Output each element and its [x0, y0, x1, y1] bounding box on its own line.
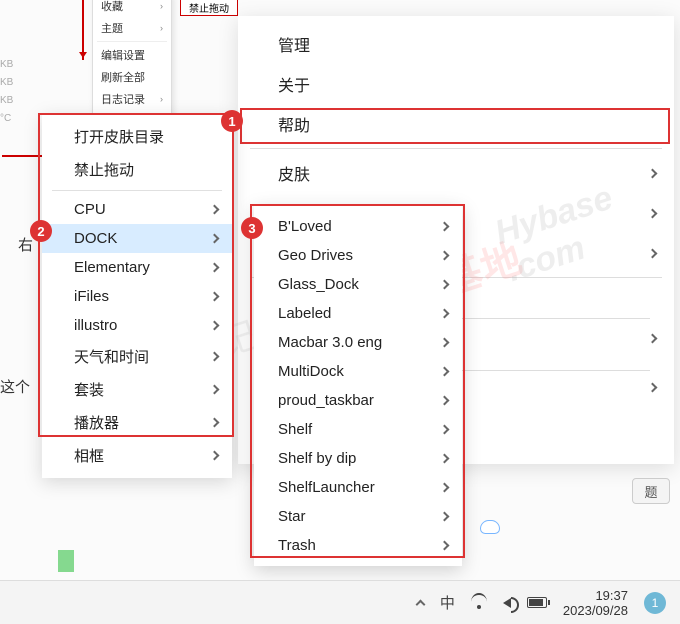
chevron-right-icon: [440, 338, 450, 348]
bg-window-fragment: [58, 550, 74, 572]
dock-submenu: B'Loved Geo Drives Glass_Dock Labeled Ma…: [254, 206, 462, 566]
chevron-right-icon: [648, 168, 658, 178]
menu-separator: [250, 148, 662, 149]
cloud-icon: [480, 520, 500, 534]
stray-button[interactable]: 题: [632, 478, 670, 504]
chevron-right-icon: [440, 309, 450, 319]
submenu-item[interactable]: Shelf: [254, 415, 462, 444]
chevron-right-icon: [210, 205, 220, 215]
submenu-item[interactable]: Elementary: [42, 253, 232, 282]
submenu-item[interactable]: 播放器: [42, 406, 232, 439]
submenu-item[interactable]: 相框: [42, 439, 232, 472]
submenu-item[interactable]: ShelfLauncher: [254, 473, 462, 502]
submenu-item[interactable]: Glass_Dock: [254, 270, 462, 299]
skin-submenu: 打开皮肤目录 禁止拖动 CPU DOCK Elementary iFiles i…: [42, 114, 232, 478]
submenu-item[interactable]: Labeled: [254, 299, 462, 328]
submenu-item[interactable]: Macbar 3.0 eng: [254, 328, 462, 357]
notification-badge[interactable]: 1: [644, 592, 666, 614]
submenu-item[interactable]: Shelf by dip: [254, 444, 462, 473]
chevron-right-icon: [440, 396, 450, 406]
annotation-badge-2: 2: [30, 220, 52, 242]
chevron-right-icon: [648, 383, 658, 393]
chevron-right-icon: [210, 263, 220, 273]
bg-left-labels: KB KB KB °C: [0, 56, 13, 128]
chevron-right-icon: [440, 483, 450, 493]
submenu-item[interactable]: Geo Drives: [254, 241, 462, 270]
menu-item-help[interactable]: 帮助: [238, 104, 674, 144]
chevron-right-icon: [648, 208, 658, 218]
submenu-item[interactable]: Trash: [254, 531, 462, 560]
menu-item-about[interactable]: 关于: [238, 64, 674, 104]
tray-overflow-icon[interactable]: [417, 595, 424, 611]
chevron-right-icon: [440, 512, 450, 522]
menu-item-open-skin-dir[interactable]: 打开皮肤目录: [42, 120, 232, 153]
chevron-right-icon: [210, 292, 220, 302]
chevron-right-icon: [648, 248, 658, 258]
chevron-right-icon: [440, 222, 450, 232]
menu-item-manage[interactable]: 管理: [238, 24, 674, 64]
stray-text: 右: [18, 234, 33, 255]
wifi-icon[interactable]: [471, 597, 487, 609]
submenu-item[interactable]: 套装: [42, 373, 232, 406]
submenu-item[interactable]: proud_taskbar: [254, 386, 462, 415]
chevron-right-icon: [648, 333, 658, 343]
clock[interactable]: 19:37 2023/09/28: [563, 588, 628, 618]
submenu-item[interactable]: CPU: [42, 195, 232, 224]
annotation-badge-1: 1: [221, 110, 243, 132]
chevron-right-icon: [210, 321, 220, 331]
chevron-right-icon: [440, 454, 450, 464]
menu-item-disable-drag[interactable]: 禁止拖动: [42, 153, 232, 186]
taskbar: 中 19:37 2023/09/28 1: [0, 580, 680, 624]
ime-indicator[interactable]: 中: [440, 592, 455, 613]
submenu-item-dock[interactable]: DOCK: [42, 224, 232, 253]
chevron-right-icon: [210, 451, 220, 461]
submenu-item[interactable]: 天气和时间: [42, 340, 232, 373]
chevron-right-icon: [210, 234, 220, 244]
chevron-right-icon: [440, 541, 450, 551]
submenu-item[interactable]: illustro: [42, 311, 232, 340]
chevron-right-icon: [440, 251, 450, 261]
chevron-right-icon: [210, 385, 220, 395]
speaker-icon[interactable]: [503, 598, 511, 608]
chevron-right-icon: [210, 352, 220, 362]
menu-separator: [52, 190, 222, 191]
submenu-item[interactable]: iFiles: [42, 282, 232, 311]
annotation-arrow: [82, 0, 84, 60]
bg-highlight-box: 禁止拖动: [180, 0, 238, 16]
menu-item-skin[interactable]: 皮肤: [238, 153, 674, 193]
menu-item-blank[interactable]: [609, 376, 674, 399]
system-tray: 中 19:37 2023/09/28 1: [417, 588, 666, 618]
chevron-right-icon: [440, 280, 450, 290]
submenu-item[interactable]: B'Loved: [254, 212, 462, 241]
chevron-right-icon: [440, 425, 450, 435]
chevron-right-icon: [440, 367, 450, 377]
battery-icon[interactable]: [527, 597, 547, 608]
submenu-item[interactable]: Star: [254, 502, 462, 531]
submenu-item[interactable]: MultiDock: [254, 357, 462, 386]
stray-text: 这个: [0, 376, 30, 397]
chevron-right-icon: [210, 418, 220, 428]
annotation-badge-3: 3: [241, 217, 263, 239]
